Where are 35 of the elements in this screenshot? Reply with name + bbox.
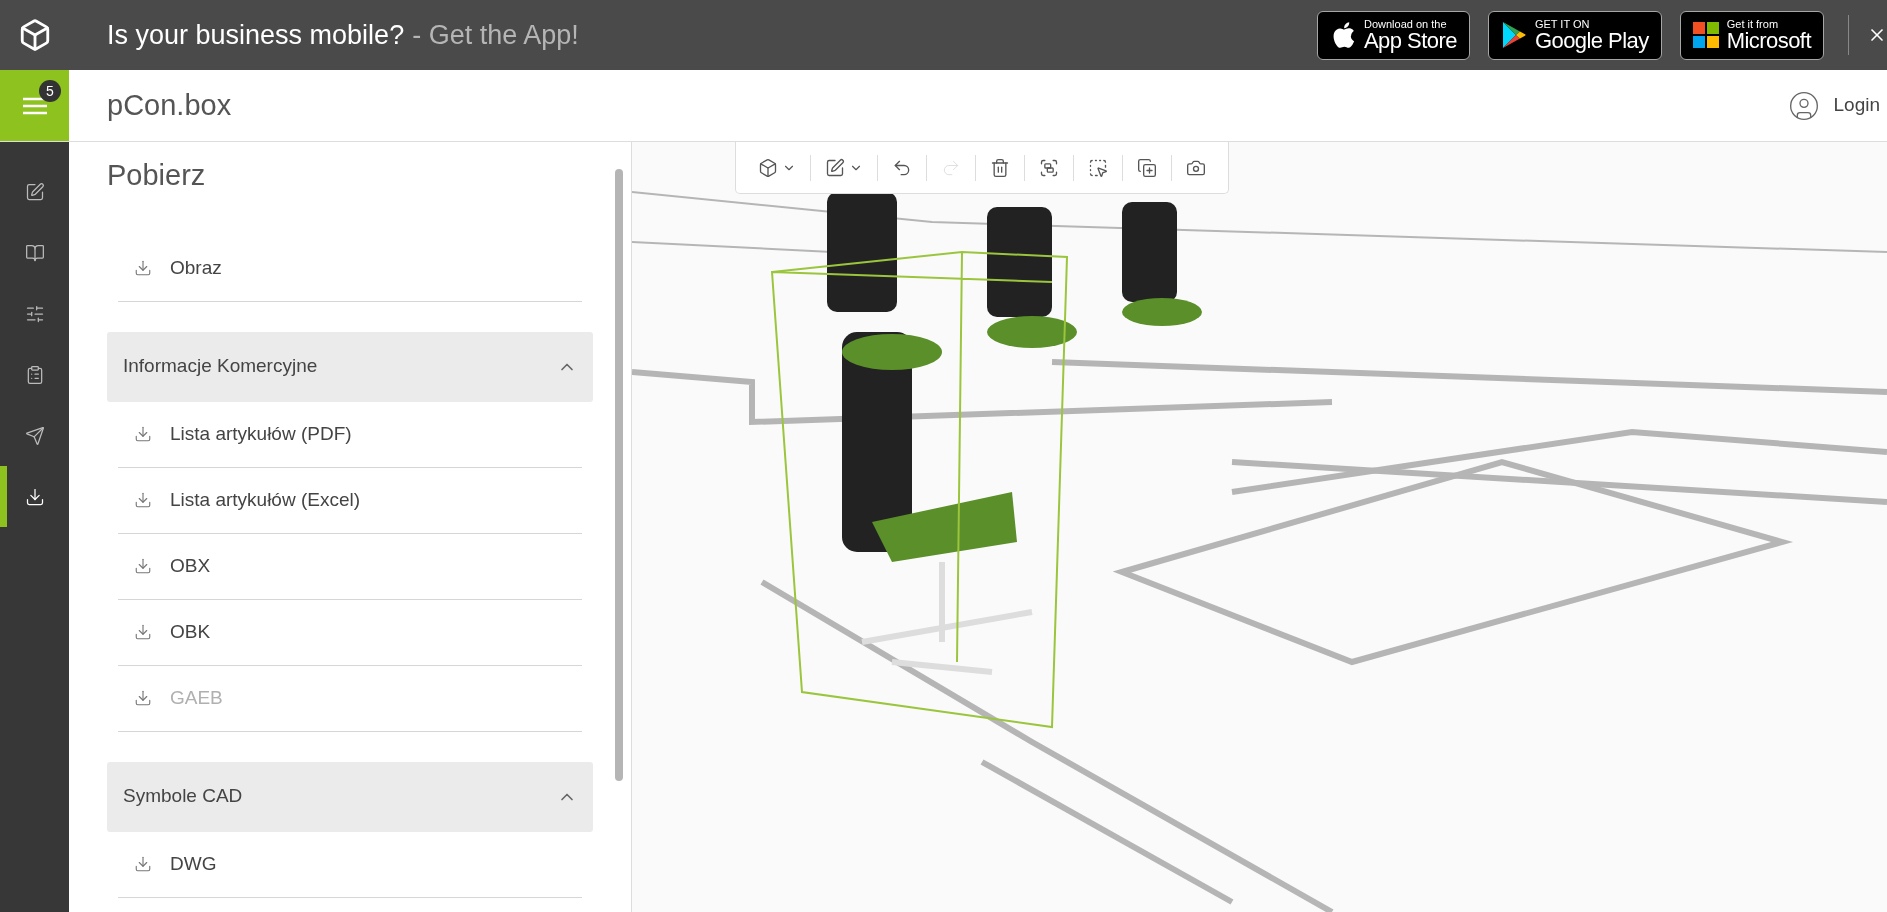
download-icon bbox=[134, 491, 152, 509]
promo-call-to-action[interactable]: - Get the App! bbox=[412, 14, 579, 56]
login-button[interactable]: Login bbox=[1787, 89, 1880, 122]
download-item[interactable]: Lista artykułów (Excel) bbox=[118, 467, 582, 533]
panel-title: Pobierz bbox=[107, 158, 207, 193]
paper-plane-icon bbox=[24, 425, 45, 446]
menu-button[interactable]: 5 bbox=[0, 70, 69, 141]
scrollbar-thumb[interactable] bbox=[615, 169, 623, 781]
download-icon bbox=[134, 425, 152, 443]
four-squares-logo-icon bbox=[1692, 22, 1719, 48]
download-item[interactable]: DWG bbox=[118, 831, 582, 897]
user-icon bbox=[1787, 89, 1820, 122]
download-icon bbox=[134, 623, 152, 641]
section-header[interactable]: Informacje Komercyjne bbox=[107, 331, 593, 402]
download-icon bbox=[24, 486, 45, 507]
section-header[interactable]: Symbole CAD bbox=[107, 761, 593, 832]
download-item[interactable]: Lista artykułów (PDF) bbox=[118, 401, 582, 467]
play-triangle-icon bbox=[1500, 21, 1527, 49]
download-item[interactable]: OBK bbox=[118, 599, 582, 665]
edit-icon bbox=[24, 181, 45, 202]
download-icon bbox=[134, 689, 152, 707]
notification-badge: 5 bbox=[39, 80, 61, 102]
download-item[interactable]: OBX bbox=[118, 533, 582, 599]
sliders-icon bbox=[24, 303, 45, 324]
store-badge[interactable]: Get it from Microsoft bbox=[1679, 10, 1824, 60]
store-badge[interactable]: GET IT ON Google Play bbox=[1487, 10, 1662, 60]
promo-headline: Is your business mobile? bbox=[107, 18, 405, 52]
store-badge[interactable]: Download on the App Store bbox=[1317, 10, 1470, 60]
download-icon bbox=[134, 259, 152, 277]
app-title: pCon.box bbox=[107, 87, 232, 123]
download-icon bbox=[134, 557, 152, 575]
book-icon bbox=[24, 242, 45, 263]
download-icon bbox=[134, 855, 152, 873]
download-item[interactable]: Obraz bbox=[118, 235, 582, 301]
hamburger-menu-icon bbox=[22, 96, 47, 115]
